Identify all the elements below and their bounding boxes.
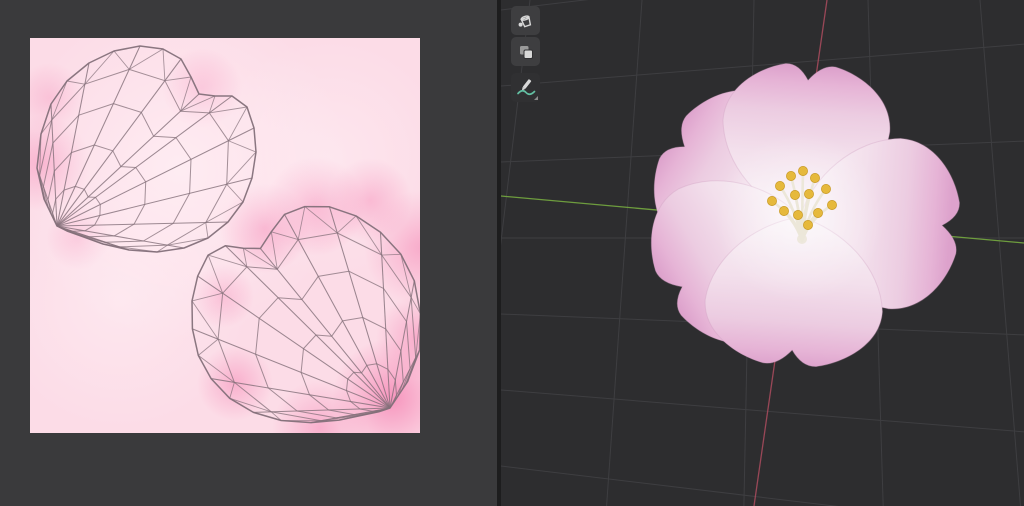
subtool-indicator-icon xyxy=(534,96,538,100)
uv-wireframe-overlay xyxy=(36,45,420,424)
clone-stamp-icon xyxy=(519,45,533,59)
image-editor-panel xyxy=(0,0,497,506)
paint-bucket-icon xyxy=(518,14,531,28)
viewport-3d-panel[interactable] xyxy=(501,0,1024,506)
viewport-scene xyxy=(501,0,1024,506)
flower-model xyxy=(650,63,960,367)
fill-tool-button[interactable] xyxy=(511,6,540,35)
texture-paint-canvas[interactable] xyxy=(30,38,420,433)
draw-tool-button[interactable] xyxy=(511,73,540,102)
clone-tool-button[interactable] xyxy=(511,37,540,66)
paint-toolbar xyxy=(511,6,541,104)
app-window xyxy=(0,0,1024,506)
